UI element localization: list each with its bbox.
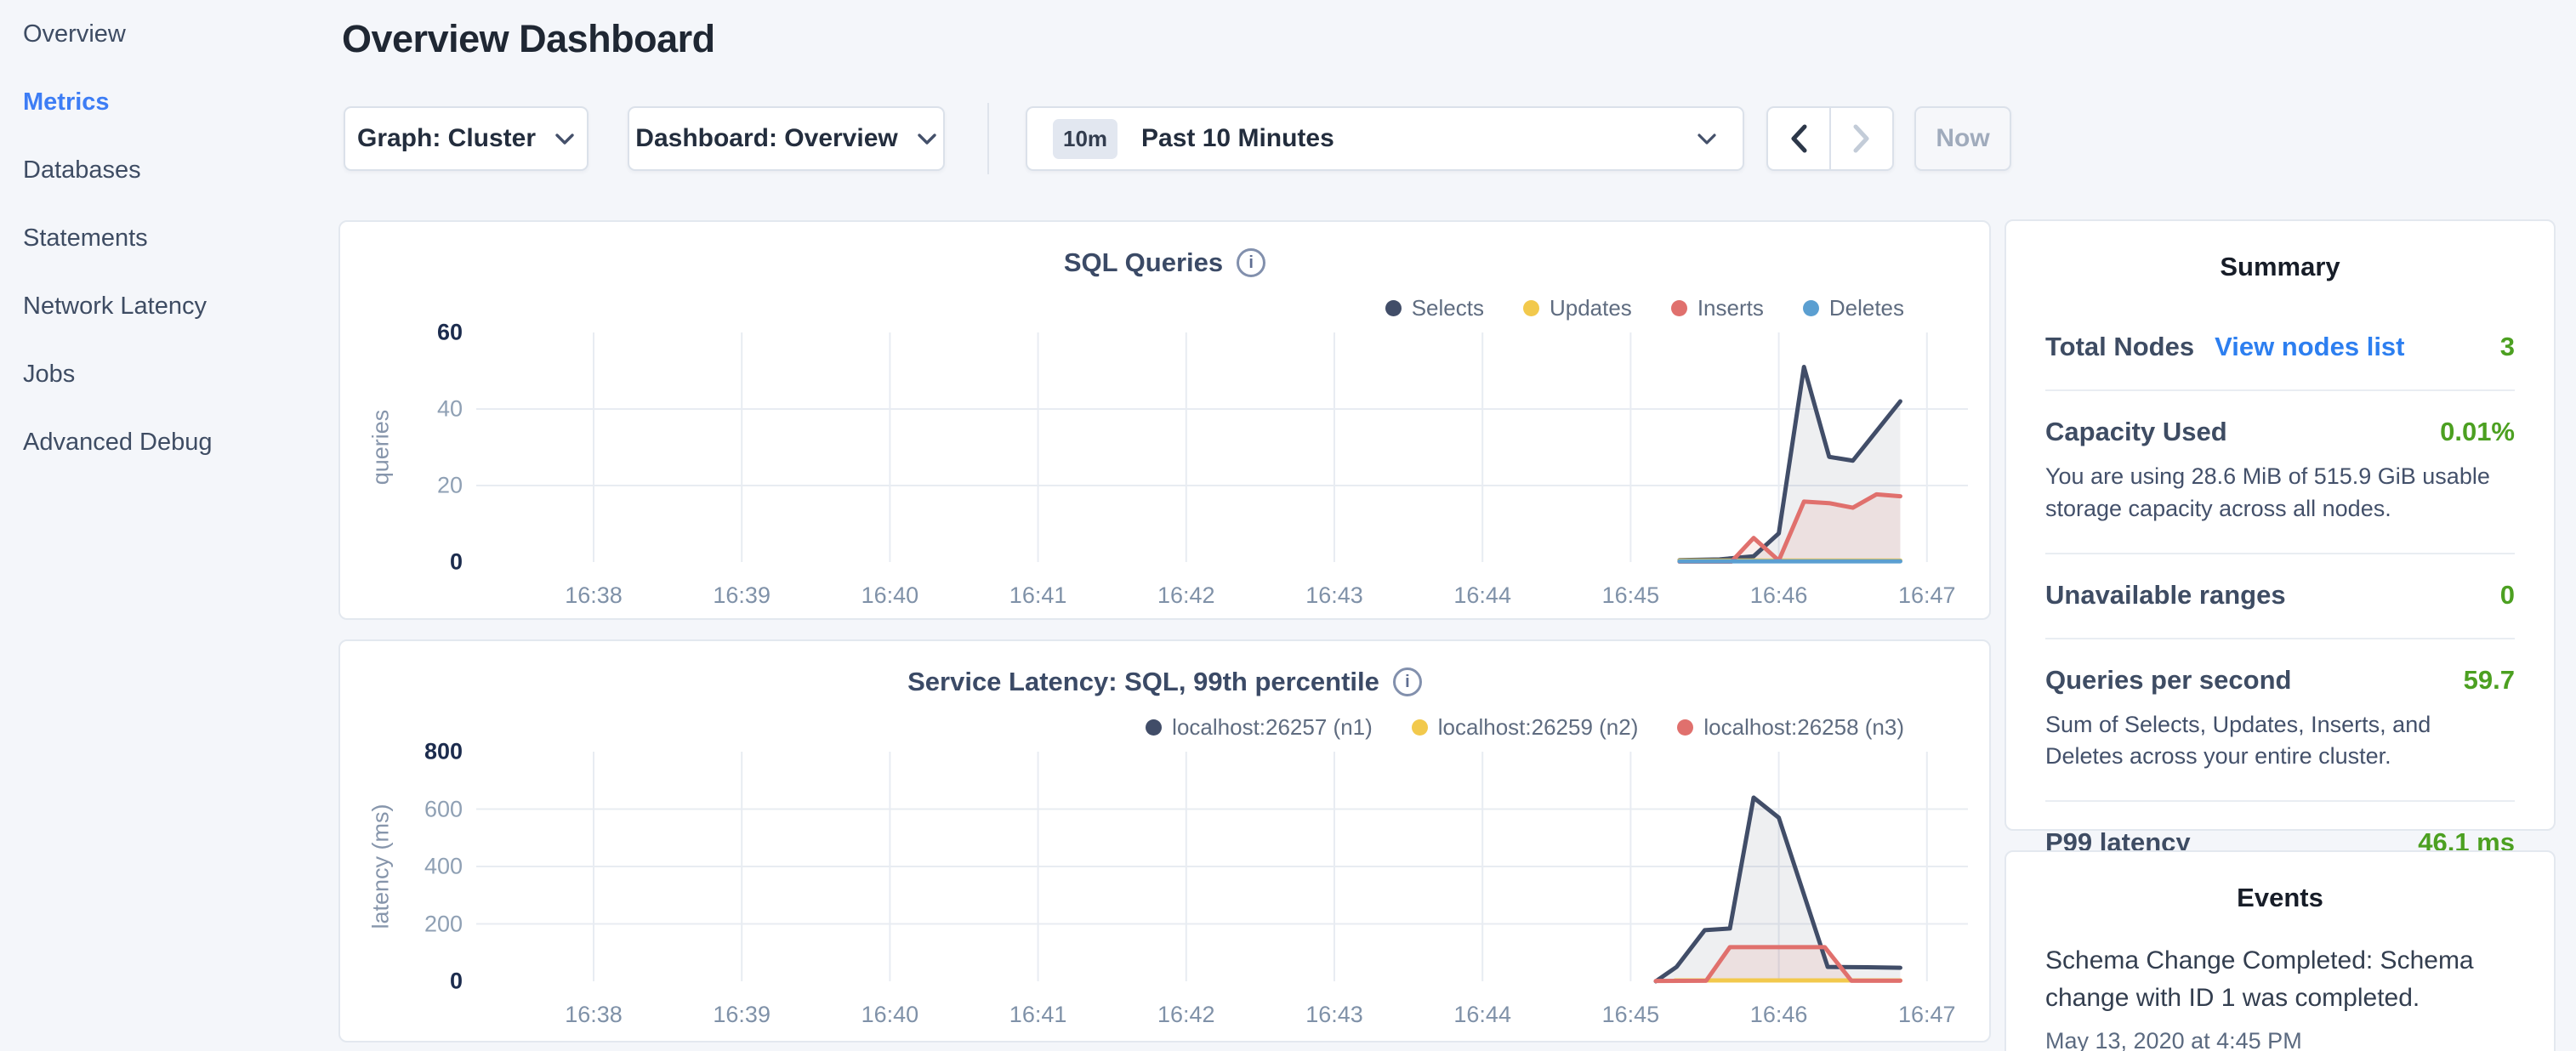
y-axis-tick-label: 0 <box>369 969 463 995</box>
summary-row-value: 0 <box>2500 580 2515 611</box>
y-axis-tick-label: 60 <box>369 320 463 346</box>
time-forward-button[interactable] <box>1831 108 1892 169</box>
x-axis-tick-label: 16:43 <box>1305 1002 1363 1028</box>
x-axis-tick-label: 16:38 <box>565 1002 623 1028</box>
sidebar-item-databases[interactable]: Databases <box>23 155 304 185</box>
summary-row: Total Nodes View nodes list 3 <box>2045 306 2515 391</box>
time-back-button[interactable] <box>1768 108 1831 169</box>
sidebar-item-advanced-debug[interactable]: Advanced Debug <box>23 427 304 457</box>
event-message: Schema Change Completed: Schema change w… <box>2045 942 2515 1018</box>
chevron-down-icon <box>554 133 575 145</box>
x-axis-tick-label: 16:39 <box>713 1002 771 1028</box>
x-axis-tick-label: 16:40 <box>862 1002 919 1028</box>
dashboard-dropdown-label: Dashboard: Overview <box>635 124 897 153</box>
sidebar-item-overview[interactable]: Overview <box>23 19 304 49</box>
events-panel: Events Schema Change Completed: Schema c… <box>2005 850 2556 1051</box>
summary-row-value: 3 <box>2500 332 2515 362</box>
summary-row-label: Total Nodes <box>2045 332 2194 362</box>
events-list: Schema Change Completed: Schema change w… <box>2045 942 2515 1051</box>
graph-dropdown[interactable]: Graph: Cluster <box>344 106 589 171</box>
summary-row-label: Capacity Used <box>2045 417 2227 447</box>
x-axis-tick-label: 16:39 <box>713 582 771 609</box>
sidebar-item-metrics[interactable]: Metrics <box>23 87 304 117</box>
now-button[interactable]: Now <box>1914 106 2011 171</box>
x-axis-tick-label: 16:42 <box>1157 582 1215 609</box>
x-axis-tick-label: 16:45 <box>1602 1002 1660 1028</box>
toolbar-divider <box>987 103 989 174</box>
page-title: Overview Dashboard <box>342 17 715 61</box>
summary-panel: Summary Total Nodes View nodes list 3 Capac… <box>2005 219 2556 831</box>
summary-row: Queries per second 59.7 Sum of Selects, Up… <box>2045 639 2515 803</box>
graph-dropdown-label: Graph: Cluster <box>357 124 536 153</box>
summary-row-label: Unavailable ranges <box>2045 580 2286 611</box>
y-axis-tick-label: 800 <box>369 739 463 765</box>
x-axis-tick-label: 16:46 <box>1750 582 1808 609</box>
summary-row-label: Queries per second <box>2045 665 2291 696</box>
summary-row-value: 59.7 <box>2464 665 2515 696</box>
chevron-left-icon <box>1789 124 1808 153</box>
events-title: Events <box>2006 883 2554 913</box>
x-axis-tick-label: 16:44 <box>1453 1002 1511 1028</box>
x-axis-tick-label: 16:47 <box>1898 582 1956 609</box>
x-axis-tick-label: 16:41 <box>1009 1002 1067 1028</box>
sidebar-nav: Overview Metrics Databases Statements Networ… <box>23 19 304 457</box>
x-axis-tick-label: 16:45 <box>1602 582 1660 609</box>
summary-row-description: Sum of Selects, Updates, Inserts, and De… <box>2045 709 2515 774</box>
sidebar-item-network-latency[interactable]: Network Latency <box>23 291 304 321</box>
x-axis-tick-label: 16:47 <box>1898 1002 1956 1028</box>
summary-title: Summary <box>2006 252 2554 282</box>
chevron-right-icon <box>1852 124 1871 153</box>
time-range-badge: 10m <box>1053 119 1117 159</box>
summary-row: Capacity Used 0.01% You are using 28.6 MiB… <box>2045 391 2515 554</box>
x-axis-tick-label: 16:41 <box>1009 582 1067 609</box>
chevron-down-icon <box>1697 133 1717 145</box>
view-nodes-list-link[interactable]: View nodes list <box>2215 332 2404 362</box>
service-latency-chart-card: Service Latency: SQL, 99th percentileilo… <box>338 639 1991 1042</box>
y-axis-unit-label: queries <box>368 410 395 486</box>
time-pager <box>1766 106 1894 171</box>
dashboard-dropdown[interactable]: Dashboard: Overview <box>628 106 945 171</box>
x-axis-tick-label: 16:38 <box>565 582 623 609</box>
x-axis-tick-label: 16:40 <box>862 582 919 609</box>
event-timestamp: May 13, 2020 at 4:45 PM <box>2045 1028 2515 1051</box>
summary-row: Unavailable ranges 0 <box>2045 554 2515 639</box>
app-root: Overview Metrics Databases Statements Networ… <box>0 0 2576 1051</box>
sql-queries-chart-card: SQL QueriesiSelectsUpdatesInsertsDeletes… <box>338 220 1991 620</box>
sidebar-item-jobs[interactable]: Jobs <box>23 359 304 389</box>
time-range-label: Past 10 Minutes <box>1141 124 1334 153</box>
chart-plot-area[interactable] <box>340 641 1989 1037</box>
x-axis-tick-label: 16:42 <box>1157 1002 1215 1028</box>
chart-plot-area[interactable] <box>340 222 1989 618</box>
time-range-selector[interactable]: 10m Past 10 Minutes <box>1026 106 1744 171</box>
chevron-down-icon <box>917 133 937 145</box>
y-axis-tick-label: 0 <box>369 549 463 576</box>
summary-row-value: 0.01% <box>2440 417 2515 447</box>
sidebar-item-statements[interactable]: Statements <box>23 223 304 253</box>
x-axis-tick-label: 16:44 <box>1453 582 1511 609</box>
x-axis-tick-label: 16:46 <box>1750 1002 1808 1028</box>
sidebar: Overview Metrics Databases Statements Networ… <box>23 19 304 495</box>
summary-rows: Total Nodes View nodes list 3 Capacity Used… <box>2045 306 2515 885</box>
y-axis-unit-label: latency (ms) <box>368 804 395 929</box>
summary-row-description: You are using 28.6 MiB of 515.9 GiB usab… <box>2045 461 2515 526</box>
x-axis-tick-label: 16:43 <box>1305 582 1363 609</box>
